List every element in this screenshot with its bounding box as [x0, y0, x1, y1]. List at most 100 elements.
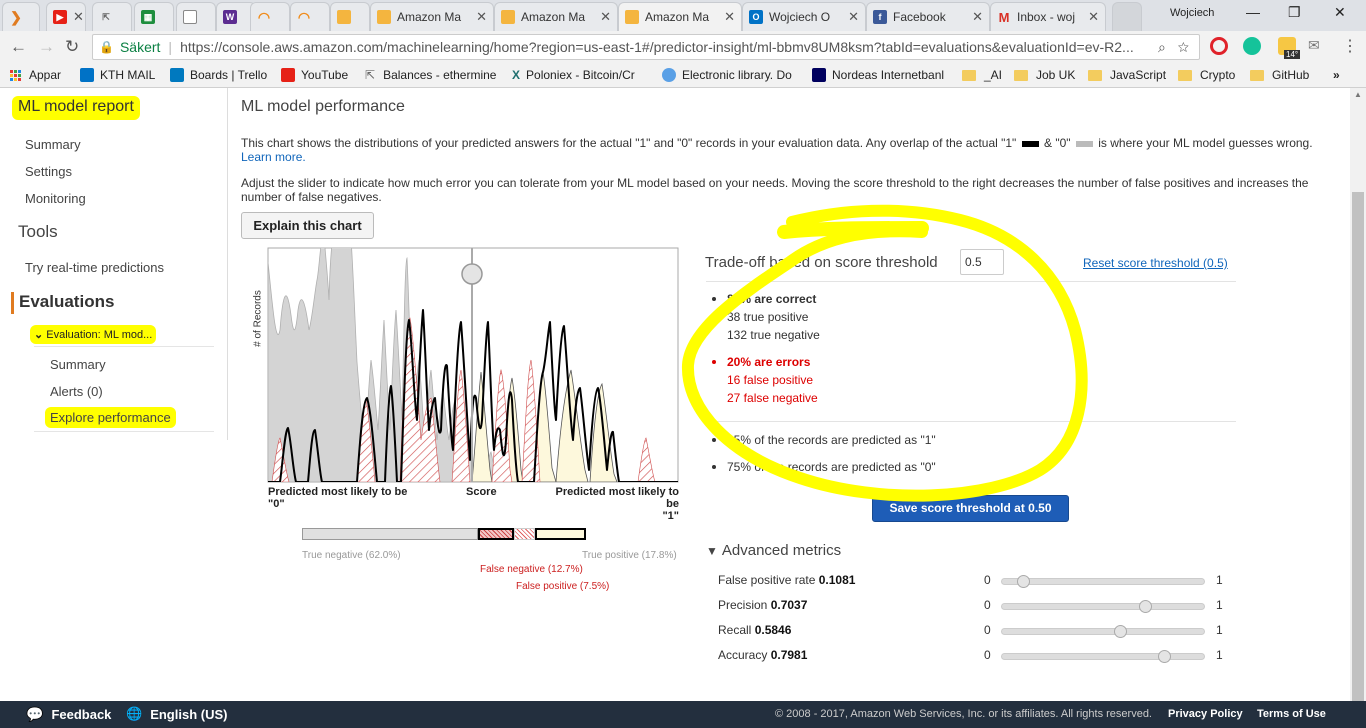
threshold-slider-handle[interactable] — [461, 263, 483, 285]
forward-icon[interactable]: → — [38, 37, 55, 57]
true-positive-count: 38 true positive — [727, 310, 809, 324]
bookmark-folder-javascript[interactable]: JavaScript — [1088, 68, 1166, 82]
chevron-down-icon: ▼ — [706, 544, 718, 558]
sidebar-item-settings[interactable]: Settings — [25, 164, 72, 179]
tab-box[interactable] — [330, 2, 370, 31]
feedback-button[interactable]: 💬 Feedback — [26, 706, 111, 723]
tab-page[interactable] — [176, 2, 216, 31]
tab-sheet[interactable]: ▦ — [134, 2, 174, 31]
star-icon[interactable]: ☆ — [1178, 39, 1189, 55]
sidebar-subitem-alerts[interactable]: Alerts (0) — [50, 384, 103, 399]
page-scrollbar[interactable]: ▲ — [1350, 88, 1366, 701]
tab-ethermine[interactable]: ⇱ — [92, 2, 132, 31]
search-icon[interactable]: ⌕ — [1158, 39, 1166, 55]
reset-threshold-link[interactable]: Reset score threshold (0.5) — [1083, 256, 1228, 270]
bookmark-ethermine[interactable]: ⇱ Balances - ethermine — [365, 68, 496, 82]
bookmark-apps[interactable]: Appar — [10, 68, 61, 82]
sidebar-subitem-summary[interactable]: Summary — [50, 357, 106, 372]
tab-orange-1[interactable]: ◠ — [250, 2, 290, 31]
sidebar-item-real-time-predictions[interactable]: Try real-time predictions — [25, 260, 164, 275]
sidebar-item-evaluation[interactable]: ⌄ Evaluation: ML mod... — [30, 325, 157, 344]
close-window-icon[interactable]: ✕ — [1334, 4, 1346, 21]
explain-chart-button[interactable]: Explain this chart — [241, 212, 374, 239]
bookmark-label: Crypto — [1200, 68, 1236, 82]
language-label: English (US) — [150, 706, 228, 722]
back-icon[interactable]: ← — [10, 37, 27, 57]
language-selector[interactable]: 🌐 English (US) — [126, 706, 227, 722]
tab-gmail[interactable]: M Inbox - woj ✕ — [990, 2, 1106, 31]
bookmarks-bar: Appar KTH MAIL Boards | Trello YouTube ⇱… — [0, 63, 1366, 88]
bookmark-label: Balances - ethermine — [383, 68, 497, 82]
sidebar-item-monitoring[interactable]: Monitoring — [25, 191, 86, 206]
close-icon[interactable]: ✕ — [972, 9, 983, 25]
bookmark-trello[interactable]: Boards | Trello — [170, 68, 267, 82]
true-negative-label: True negative (62.0%) — [302, 550, 401, 561]
bookmark-poloniex[interactable]: X Poloniex - Bitcoin/Cr — [512, 68, 635, 82]
tab-youtube[interactable]: ▶ ✕ — [46, 2, 86, 31]
bookmark-electronic-library[interactable]: Electronic library. Do — [662, 68, 792, 82]
sidebar-heading-evaluations[interactable]: Evaluations — [11, 292, 227, 314]
close-icon[interactable]: ✕ — [848, 9, 859, 25]
privacy-policy-link[interactable]: Privacy Policy — [1168, 708, 1243, 720]
bookmark-label: Poloniex - Bitcoin/Cr — [526, 68, 635, 82]
address-bar[interactable]: 🔒 Säkert | https://console.aws.amazon.co… — [92, 34, 1200, 60]
youtube-icon: ▶ — [53, 10, 67, 24]
minimize-icon[interactable]: — — [1246, 4, 1260, 20]
box-icon — [377, 10, 391, 24]
x-axis-left-label: Predicted most likely to be "0" — [268, 486, 407, 510]
inbox-icon[interactable]: ✉ — [1308, 37, 1320, 54]
speech-bubble-icon: 💬 — [26, 706, 44, 722]
bookmark-folder-job-uk[interactable]: Job UK — [1014, 68, 1075, 82]
advanced-metrics-toggle[interactable]: ▼ Advanced metrics — [706, 542, 841, 559]
save-threshold-button[interactable]: Save score threshold at 0.50 — [872, 495, 1069, 522]
url-text[interactable]: https://console.aws.amazon.com/machinele… — [180, 39, 1150, 55]
bookmark-youtube[interactable]: YouTube — [281, 68, 348, 82]
maximize-icon[interactable]: ❐ — [1288, 4, 1301, 21]
close-icon[interactable]: ✕ — [73, 9, 84, 25]
reload-icon[interactable]: ↻ — [65, 37, 79, 57]
metric-min: 0 — [984, 598, 991, 612]
tab-outlook[interactable]: O Wojciech O ✕ — [742, 2, 866, 31]
tab-facebook[interactable]: f Facebook ✕ — [866, 2, 990, 31]
opera-icon[interactable] — [1210, 37, 1228, 55]
threshold-input[interactable]: 0.5 — [960, 249, 1004, 275]
precision-knob[interactable] — [1138, 600, 1152, 613]
learn-more-link[interactable]: Learn more. — [241, 150, 306, 164]
bullet — [712, 360, 716, 364]
profile-name[interactable]: Wojciech — [1170, 7, 1214, 19]
tab-amazon-ml-active[interactable]: Amazon Ma ✕ — [618, 2, 742, 31]
bank-icon — [812, 68, 826, 82]
accuracy-knob[interactable] — [1157, 650, 1171, 663]
close-icon[interactable]: ✕ — [600, 9, 611, 25]
bookmark-kth-mail[interactable]: KTH MAIL — [80, 68, 155, 82]
close-icon[interactable]: ✕ — [476, 9, 487, 25]
tab-amazon-ml-2[interactable]: Amazon Ma ✕ — [494, 2, 618, 31]
tab-amazon-ml-1[interactable]: Amazon Ma ✕ — [370, 2, 494, 31]
bookmark-folder-github[interactable]: GitHub — [1250, 68, 1309, 82]
close-icon[interactable]: ✕ — [1088, 9, 1099, 25]
bookmark-folder-ai[interactable]: _AI — [962, 68, 1002, 82]
menu-icon[interactable]: ⋮ — [1342, 36, 1358, 56]
tab-aws[interactable]: ❯ — [2, 2, 40, 31]
grammarly-icon[interactable] — [1243, 37, 1261, 55]
annotation-stroke — [777, 221, 929, 239]
scroll-up-icon[interactable]: ▲ — [1354, 90, 1362, 99]
score-distribution-chart — [267, 247, 679, 483]
recall-knob[interactable] — [1114, 625, 1128, 638]
actual-0-swatch — [1075, 140, 1093, 147]
bookmark-label: KTH MAIL — [100, 68, 156, 82]
bullet — [712, 438, 716, 442]
outlook-icon — [80, 68, 94, 82]
sidebar-item-summary[interactable]: Summary — [25, 137, 81, 152]
x-axis-label: Score — [466, 486, 497, 498]
close-icon[interactable]: ✕ — [724, 9, 735, 25]
scrollbar-thumb[interactable] — [1352, 192, 1364, 701]
false-positive-rate-knob[interactable] — [1017, 575, 1031, 588]
tab-orange-2[interactable]: ◠ — [290, 2, 330, 31]
bookmark-nordea[interactable]: Nordeas Internetbanl — [812, 68, 944, 82]
sidebar-subitem-explore-performance[interactable]: Explore performance — [45, 407, 176, 428]
new-tab-button[interactable] — [1112, 2, 1142, 31]
terms-of-use-link[interactable]: Terms of Use — [1257, 708, 1326, 720]
bookmark-folder-crypto[interactable]: Crypto — [1178, 68, 1235, 82]
more-bookmarks-button[interactable]: » — [1333, 68, 1340, 82]
